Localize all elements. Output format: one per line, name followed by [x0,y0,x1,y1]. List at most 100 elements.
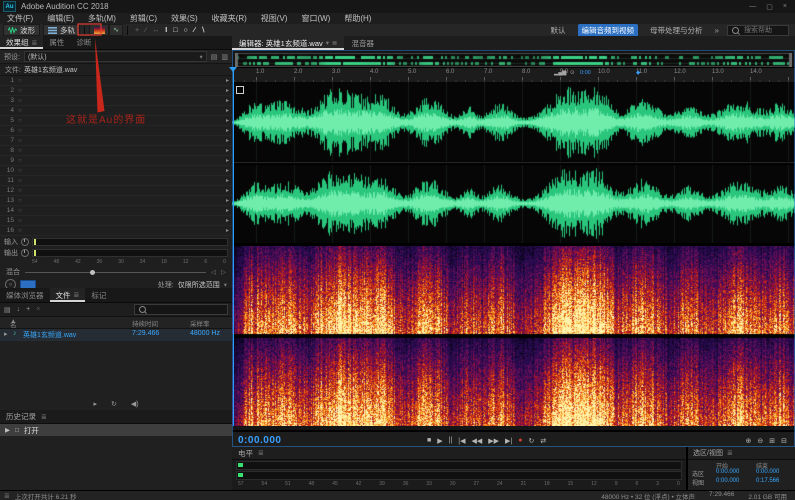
workspace-button-3[interactable]: 母带处理与分析 [646,24,707,37]
effect-slot-2[interactable]: 2 ○ ▸ [0,86,232,96]
waveform-view-button[interactable]: 波形 [3,24,40,36]
power-icon[interactable]: ○ [18,218,22,224]
minimize-button[interactable]: — [749,3,756,11]
effect-slot-8[interactable]: 8 ○ ▸ [0,146,232,156]
import-file-icon[interactable]: ↓ [17,306,21,313]
tab-editor[interactable]: 编辑器: 英雄1玄频道.wav ▾ ≣ [232,36,345,50]
skip-to-start-button[interactable]: |◀ [458,437,465,445]
auto-play-icon[interactable]: ◀) [131,400,139,408]
effect-slot-11[interactable]: 11 ○ ▸ [0,176,232,186]
file-row[interactable]: ▸ ♪ 英雄1玄频道.wav 7:29.466 48000 Hz [0,329,232,341]
mix-slider[interactable] [25,269,206,275]
maximize-button[interactable]: ▢ [766,3,773,11]
power-icon[interactable]: ○ [18,98,22,104]
power-icon[interactable]: ○ [18,88,22,94]
power-icon[interactable]: ○ [18,128,22,134]
tab-mixer[interactable]: 混音器 [344,36,381,50]
tab-files[interactable]: 文件 ≣ [49,288,86,302]
slot-arrow-icon[interactable]: ▸ [226,217,229,224]
help-search-box[interactable] [727,24,789,36]
column-name[interactable]: 名称 ▲ [10,318,17,339]
slot-arrow-icon[interactable]: ▸ [226,127,229,134]
panel-menu-icon[interactable]: ≣ [332,39,337,47]
slot-arrow-icon[interactable]: ▸ [226,187,229,194]
save-preset-icon[interactable]: ▤ [211,53,218,61]
slot-arrow-icon[interactable]: ▸ [226,107,229,114]
tab-media-browser[interactable]: 媒体浏览器 [0,288,50,302]
files-search-box[interactable] [134,304,228,315]
power-icon[interactable]: ○ [18,118,22,124]
slot-arrow-icon[interactable]: ▸ [226,87,229,94]
slot-arrow-icon[interactable]: ▸ [226,197,229,204]
workspace-overflow-icon[interactable]: » [715,26,719,35]
close-button[interactable]: × [783,3,787,11]
zoom-full-button[interactable]: ⊟ [781,437,787,445]
record-button[interactable]: ● [518,437,522,444]
workspace-button-2[interactable]: 编辑音频到视频 [577,23,639,37]
power-icon[interactable]: ○ [18,198,22,204]
menu-item-6[interactable]: 收藏夹(R) [205,13,254,24]
status-menu-icon[interactable]: ≣ [4,492,10,500]
fast-forward-button[interactable]: ▶▶ [488,437,499,445]
slot-arrow-icon[interactable]: ▸ [226,137,229,144]
panel-menu-icon[interactable]: ≣ [32,39,38,47]
delete-file-icon[interactable]: × [36,306,40,313]
power-icon[interactable]: ○ [18,178,22,184]
effect-slot-13[interactable]: 13 ○ ▸ [0,196,232,206]
time-selection-tool[interactable]: I [165,27,167,34]
slot-arrow-icon[interactable]: ▸ [226,207,229,214]
effect-slot-15[interactable]: 15 ○ ▸ [0,216,232,226]
play-button[interactable]: ▶ [437,437,442,445]
zoom-selection-button[interactable]: ⊞ [769,437,775,445]
menu-item-9[interactable]: 帮助(H) [337,13,378,24]
shuttle-button[interactable]: ⇄ [540,437,546,445]
zoom-out-button[interactable]: ⊖ [757,437,763,445]
tab-effects-rack[interactable]: 效果组 ≣ [0,36,44,49]
show-spectral-display-button[interactable] [89,24,109,36]
tab-markers[interactable]: 标记 [85,288,112,302]
slot-arrow-icon[interactable]: ▸ [226,117,229,124]
new-file-icon[interactable]: + [26,306,30,313]
power-icon[interactable]: ○ [18,188,22,194]
spectral-display[interactable] [232,246,795,426]
slot-arrow-icon[interactable]: ▸ [226,157,229,164]
menu-item-4[interactable]: 剪辑(C) [123,13,164,24]
stop-button[interactable]: ■ [427,437,431,444]
power-icon[interactable]: ○ [18,158,22,164]
power-icon[interactable]: ○ [18,108,22,114]
chevron-down-icon[interactable]: ▾ [326,39,329,47]
preset-dropdown[interactable]: (默认) ▾ [23,51,207,62]
tab-properties[interactable]: 属性 [43,36,70,49]
slot-arrow-icon[interactable]: ▸ [226,77,229,84]
slot-arrow-icon[interactable]: ▸ [226,97,229,104]
menu-item-8[interactable]: 窗口(W) [294,13,337,24]
effect-slot-14[interactable]: 14 ○ ▸ [0,206,232,216]
effect-slot-12[interactable]: 12 ○ ▸ [0,186,232,196]
panel-menu-icon[interactable]: ≣ [258,449,264,457]
power-icon[interactable]: ○ [18,228,22,234]
skip-to-end-button[interactable]: ▶| [505,437,512,445]
slip-tool[interactable]: ↔ [152,27,159,34]
effect-slot-4[interactable]: 4 ○ ▸ [0,106,232,116]
effect-slot-10[interactable]: 10 ○ ▸ [0,166,232,176]
mix-slider-knob[interactable] [90,269,96,275]
loop-button[interactable]: ↻ [528,437,534,445]
effect-slot-16[interactable]: 16 ○ ▸ [0,226,232,236]
slot-arrow-icon[interactable]: ▸ [226,147,229,154]
menu-item-1[interactable]: 文件(F) [0,13,40,24]
menu-item-7[interactable]: 视图(V) [254,13,295,24]
power-icon[interactable]: ○ [18,148,22,154]
effect-slot-7[interactable]: 7 ○ ▸ [0,136,232,146]
zoom-navigator[interactable] [235,53,792,67]
panel-menu-icon[interactable]: ≣ [74,291,80,299]
workspace-button-1[interactable]: 默认 [547,24,570,37]
preview-play-icon[interactable]: ▸ [93,400,97,408]
playhead-handle[interactable] [229,67,237,72]
expand-icon[interactable]: ▸ [4,330,8,338]
power-icon[interactable]: ○ [18,138,22,144]
column-sample-rate[interactable]: 采样率 [190,318,210,328]
delete-preset-icon[interactable]: ▥ [221,53,228,61]
power-icon[interactable]: ○ [18,208,22,214]
loop-preview-icon[interactable]: ↻ [111,400,117,408]
effect-slot-1[interactable]: 1 ○ ▸ [0,76,232,86]
